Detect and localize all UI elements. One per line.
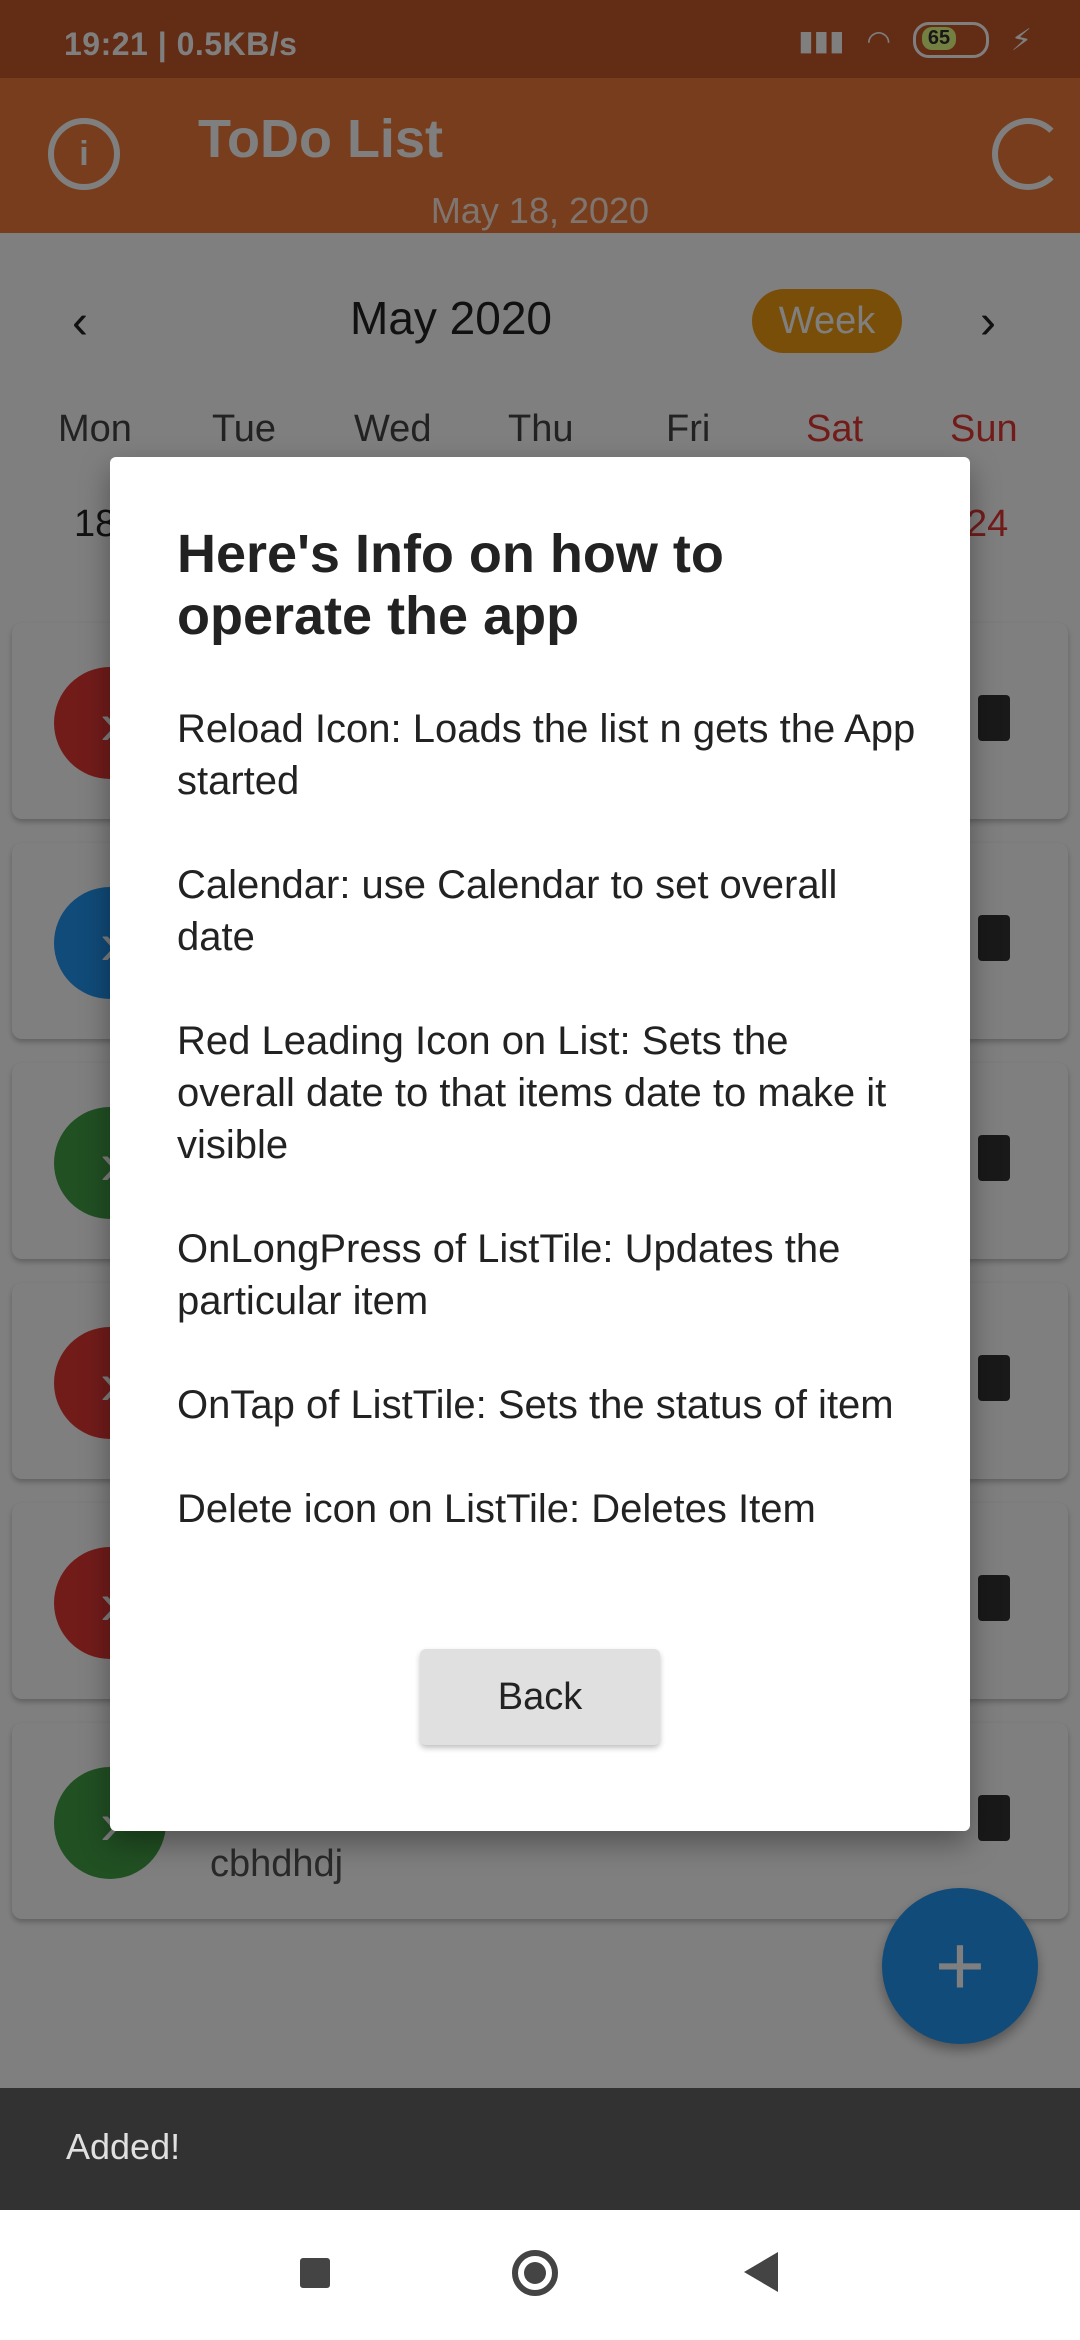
dialog-line: OnTap of ListTile: Sets the status of it… (177, 1383, 894, 1427)
home-icon[interactable] (512, 2250, 558, 2296)
dialog-content: Reload Icon: Loads the list n gets the A… (177, 703, 917, 1587)
recents-icon[interactable] (300, 2258, 330, 2288)
info-dialog: Here's Info on how to operate the app Re… (110, 457, 970, 1831)
dialog-title: Here's Info on how to operate the app (177, 524, 724, 646)
snackbar: Added! (0, 2088, 1080, 2210)
dialog-line: Reload Icon: Loads the list n gets the A… (177, 707, 916, 803)
back-button[interactable]: Back (420, 1649, 660, 1745)
snackbar-message: Added! (66, 2126, 181, 2167)
dialog-line: Calendar: use Calendar to set overall da… (177, 863, 838, 959)
back-icon[interactable] (744, 2252, 778, 2292)
dialog-line: OnLongPress of ListTile: Updates the par… (177, 1227, 841, 1323)
system-navigation-bar (0, 2210, 1080, 2340)
dialog-line: Delete icon on ListTile: Deletes Item (177, 1487, 816, 1531)
dialog-line: Red Leading Icon on List: Sets the overa… (177, 1019, 887, 1167)
